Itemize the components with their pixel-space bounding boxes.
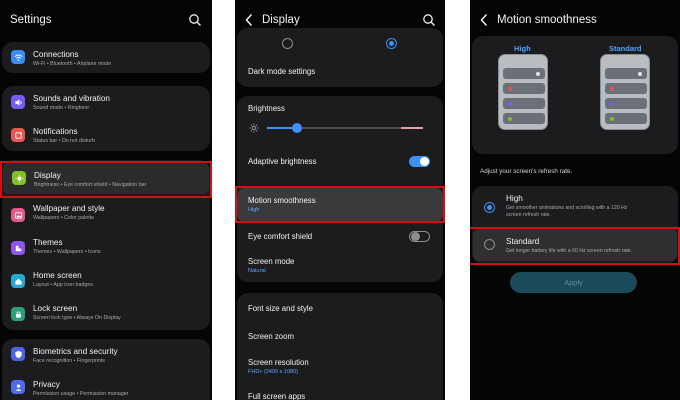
settings-item-themes[interactable]: Themes Themes • Wallpapers • Icons bbox=[2, 233, 210, 265]
speaker-icon bbox=[11, 95, 25, 109]
brightness-slider[interactable] bbox=[267, 123, 423, 133]
brightness-item: Brightness bbox=[237, 102, 443, 118]
settings-item-sub: Screen lock type • Always On Display bbox=[33, 315, 121, 321]
dark-mode-radio[interactable] bbox=[386, 38, 397, 49]
settings-item-privacy[interactable]: Privacy Permission usage • Permission ma… bbox=[2, 372, 210, 400]
full-screen-apps-item[interactable]: Full screen apps bbox=[237, 389, 443, 400]
motion-smoothness-panel: Motion smoothness High Standard Adjust y… bbox=[470, 0, 680, 400]
settings-item-sub: Wallpapers • Color palette bbox=[33, 215, 95, 221]
settings-item-label: Wallpaper and style bbox=[33, 204, 105, 213]
item-label: Screen zoom bbox=[248, 332, 294, 341]
highlight-box-display bbox=[0, 161, 212, 198]
preview-high-label: High bbox=[514, 44, 531, 53]
settings-item-label: Home screen bbox=[33, 271, 82, 280]
adaptive-brightness-toggle[interactable] bbox=[409, 156, 430, 167]
image-icon bbox=[11, 208, 25, 222]
screen-resolution-item[interactable]: Screen resolution FHD+ (2400 x 1080) bbox=[237, 355, 443, 381]
display-panel: Display Dark mode settings Brightness Ad… bbox=[235, 0, 445, 400]
settings-item-sub: Wi-Fi • Bluetooth • Airplane mode bbox=[33, 61, 112, 67]
settings-item-label: Biometrics and security bbox=[33, 347, 118, 356]
settings-item-label: Sounds and vibration bbox=[33, 94, 110, 103]
brightness-sun-icon bbox=[249, 123, 259, 133]
apply-button[interactable]: Apply bbox=[510, 272, 637, 293]
settings-panel: Settings Connections Wi-Fi • Bluetooth •… bbox=[0, 0, 212, 400]
item-label: Screen mode bbox=[248, 257, 295, 266]
settings-item-label: Themes bbox=[33, 238, 63, 247]
settings-item-label: Lock screen bbox=[33, 304, 78, 313]
settings-item-lock-screen[interactable]: Lock screen Screen lock type • Always On… bbox=[2, 299, 210, 330]
option-desc: Get smoother animations and scrolling wi… bbox=[506, 205, 628, 211]
settings-item-sub: Sound mode • Ringtone bbox=[33, 105, 90, 111]
shield-icon bbox=[11, 347, 25, 361]
privacy-icon bbox=[11, 380, 25, 394]
font-card: Font size and style Screen zoom Screen r… bbox=[237, 293, 443, 400]
search-icon[interactable] bbox=[422, 13, 436, 27]
eye-comfort-item[interactable]: Eye comfort shield bbox=[237, 229, 443, 249]
bell-icon bbox=[11, 128, 25, 142]
item-value: FHD+ (2400 x 1080) bbox=[248, 369, 298, 375]
preview-phone-standard bbox=[600, 54, 650, 130]
page-title: Motion smoothness bbox=[497, 14, 597, 26]
refresh-rate-caption: Adjust your screen's refresh rate. bbox=[480, 168, 573, 175]
settings-item-sub: Status bar • Do not disturb bbox=[33, 138, 95, 144]
wifi-icon bbox=[11, 50, 25, 64]
item-label: Adaptive brightness bbox=[248, 157, 317, 166]
settings-group-security: Biometrics and security Face recognition… bbox=[2, 339, 210, 400]
item-label: Screen resolution bbox=[248, 358, 309, 367]
brightness-slider-thumb[interactable] bbox=[292, 123, 302, 133]
settings-item-notifications[interactable]: Notifications Status bar • Do not distur… bbox=[2, 119, 210, 151]
preview-standard-label: Standard bbox=[609, 44, 642, 53]
brightness-extra-indicator bbox=[401, 127, 423, 129]
item-label: Eye comfort shield bbox=[248, 232, 313, 241]
palette-icon bbox=[11, 241, 25, 255]
item-value: Natural bbox=[248, 268, 266, 274]
settings-item-home-screen[interactable]: Home screen Layout • App icon badges bbox=[2, 266, 210, 298]
back-arrow-icon[interactable] bbox=[479, 12, 489, 28]
search-icon[interactable] bbox=[188, 13, 202, 27]
eye-comfort-toggle[interactable] bbox=[409, 231, 430, 242]
home-icon bbox=[11, 274, 25, 288]
page-title: Display bbox=[262, 14, 300, 26]
settings-item-sounds[interactable]: Sounds and vibration Sound mode • Ringto… bbox=[2, 86, 210, 118]
option-label: High bbox=[506, 194, 523, 203]
settings-group-connections: Connections Wi-Fi • Bluetooth • Airplane… bbox=[2, 42, 210, 73]
preview-card: High Standard bbox=[472, 36, 678, 154]
dark-mode-card: Dark mode settings bbox=[237, 28, 443, 87]
settings-item-sub: Permission usage • Permission manager bbox=[33, 391, 129, 397]
screen-zoom-item[interactable]: Screen zoom bbox=[237, 329, 443, 347]
item-label: Dark mode settings bbox=[248, 67, 316, 76]
settings-item-label: Connections bbox=[33, 50, 79, 59]
highlight-box-motion bbox=[235, 186, 445, 223]
font-size-item[interactable]: Font size and style bbox=[237, 301, 443, 319]
item-label: Brightness bbox=[248, 104, 285, 113]
screen-mode-item[interactable]: Screen mode Natural bbox=[237, 254, 443, 280]
adaptive-brightness-item[interactable]: Adaptive brightness bbox=[237, 153, 443, 173]
light-mode-radio[interactable] bbox=[282, 38, 293, 49]
back-arrow-icon[interactable] bbox=[244, 12, 254, 28]
highlight-box-standard bbox=[470, 227, 680, 265]
settings-item-sub: Face recognition • Fingerprints bbox=[33, 358, 105, 364]
page-title: Settings bbox=[10, 14, 52, 26]
settings-group-sounds: Sounds and vibration Sound mode • Ringto… bbox=[2, 86, 210, 151]
option-high[interactable]: High Get smoother animations and scrolli… bbox=[472, 189, 678, 223]
settings-item-biometrics[interactable]: Biometrics and security Face recognition… bbox=[2, 339, 210, 371]
option-desc: screen refresh rate. bbox=[506, 212, 551, 218]
preview-phone-high bbox=[498, 54, 548, 130]
settings-item-sub: Themes • Wallpapers • Icons bbox=[33, 249, 101, 255]
settings-item-sub: Layout • App icon badges bbox=[33, 282, 93, 288]
item-label: Font size and style bbox=[248, 304, 314, 313]
settings-item-connections[interactable]: Connections Wi-Fi • Bluetooth • Airplane… bbox=[2, 42, 210, 73]
settings-item-wallpaper[interactable]: Wallpaper and style Wallpapers • Color p… bbox=[2, 200, 210, 232]
settings-item-label: Notifications bbox=[33, 127, 78, 136]
item-label: Full screen apps bbox=[248, 392, 306, 400]
high-radio[interactable] bbox=[484, 202, 495, 213]
settings-item-label: Privacy bbox=[33, 380, 60, 389]
lock-icon bbox=[11, 307, 25, 321]
dark-mode-settings-item[interactable]: Dark mode settings bbox=[237, 65, 443, 85]
